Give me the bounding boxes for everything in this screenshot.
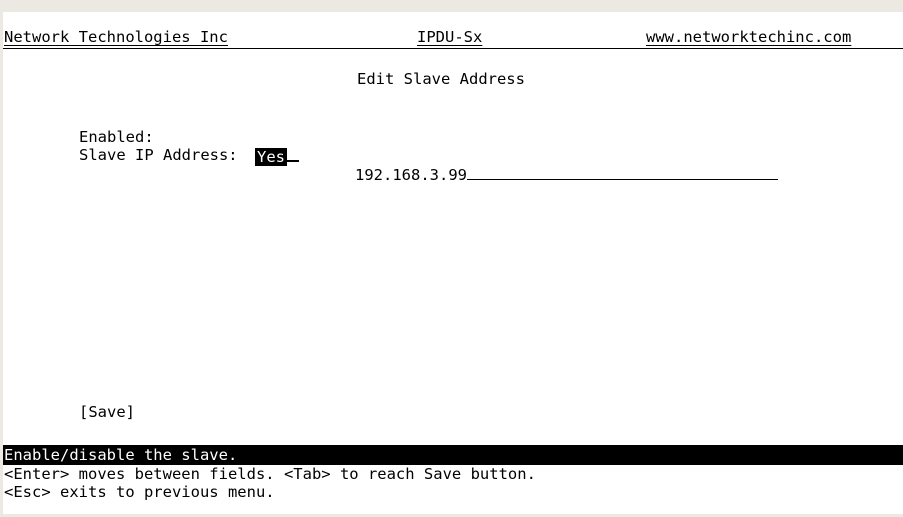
terminal-screen: Network Technologies Inc IPDU-Sx www.net…: [3, 12, 903, 514]
slave-ip-label: Slave IP Address:: [79, 146, 238, 164]
slave-ip-field-underline: [466, 164, 778, 180]
enabled-value[interactable]: Yes: [255, 148, 287, 166]
slave-ip-field[interactable]: 192.168.3.99: [299, 146, 778, 202]
status-help-text: Enable/disable the slave.: [4, 446, 238, 464]
help-line-exit: <Esc> exits to previous menu.: [4, 483, 275, 501]
window-frame: Network Technologies Inc IPDU-Sx www.net…: [0, 0, 903, 517]
status-bar: Enable/disable the slave.: [3, 445, 903, 465]
save-button[interactable]: [Save]: [79, 403, 135, 421]
header-product: IPDU-Sx: [417, 28, 483, 46]
text-cursor: [287, 146, 299, 162]
page-title: Edit Slave Address: [357, 70, 525, 88]
header-company: Network Technologies Inc: [4, 28, 228, 46]
header-divider: [3, 48, 903, 49]
help-line-navigation: <Enter> moves between fields. <Tab> to r…: [4, 465, 536, 483]
enabled-label: Enabled:: [79, 128, 154, 146]
slave-ip-value[interactable]: 192.168.3.99: [355, 166, 467, 184]
header-url: www.networktechinc.com: [646, 28, 852, 46]
